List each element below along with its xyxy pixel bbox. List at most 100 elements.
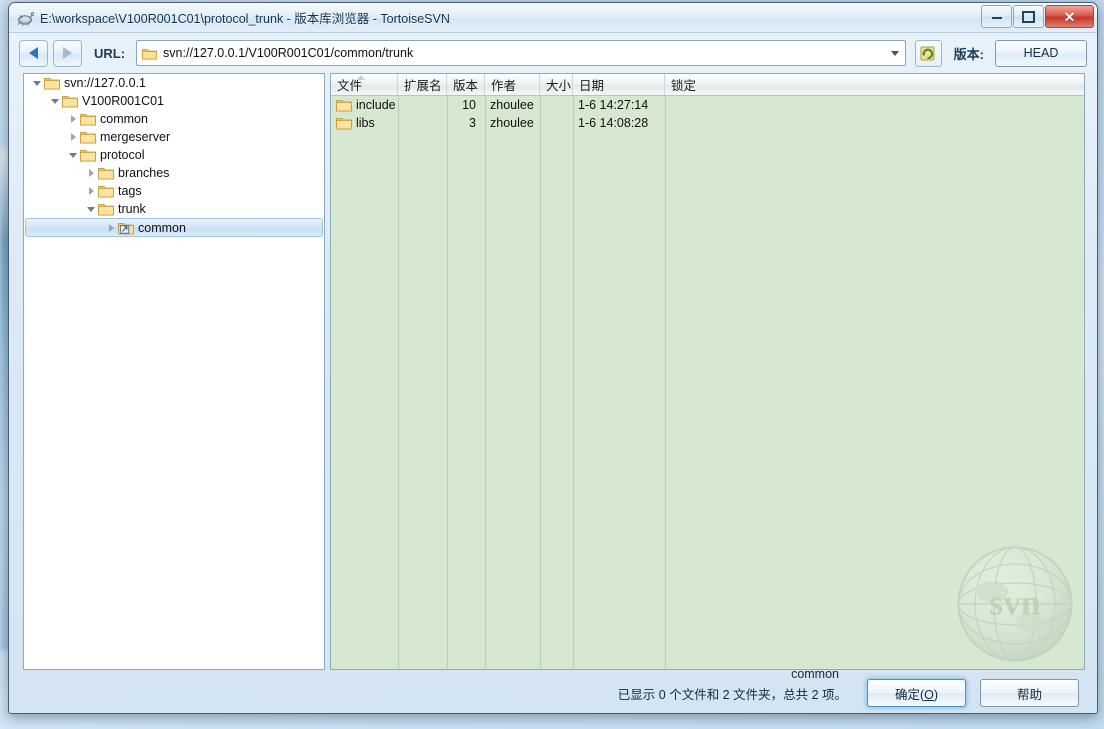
cell-text: libs [356, 116, 375, 130]
expand-triangle-closed-icon[interactable] [84, 187, 98, 195]
tree-item[interactable]: trunk [24, 200, 324, 218]
tree-item-label: tags [118, 184, 142, 198]
tree-item[interactable]: svn://127.0.0.1 [24, 74, 324, 92]
svg-text:svn: svn [989, 583, 1041, 623]
folder-icon [80, 114, 96, 126]
tree-item-label: branches [118, 166, 170, 180]
status-bar-text: 已显示 0 个文件和 2 文件夹，总共 2 项。 [617, 687, 847, 702]
column-header-revision[interactable]: 版本 [447, 74, 485, 95]
close-button[interactable]: ✕ [1045, 5, 1094, 28]
triangle-right-icon [70, 115, 76, 123]
tree-item[interactable]: mergeserver [24, 128, 324, 146]
help-button[interactable]: 帮助 [980, 679, 1079, 707]
tree-item-label: V100R001C01 [82, 94, 165, 108]
tree-item[interactable]: V100R001C01 [24, 92, 324, 110]
url-label: URL: [94, 45, 126, 61]
cell-file: include [331, 98, 398, 112]
cell-date: 1-6 14:27:14 [573, 98, 665, 112]
expand-triangle-open-icon[interactable] [48, 98, 62, 104]
cell-text: 1-6 14:08:28 [578, 116, 649, 130]
tree-item-label: protocol [100, 148, 145, 162]
column-header-file[interactable]: 文件 [331, 74, 398, 95]
folder-icon [98, 168, 114, 180]
column-header-lock[interactable]: 锁定 [665, 74, 1084, 95]
tree-item-label: mergeserver [100, 130, 171, 144]
tree-item-label: common [138, 220, 186, 235]
expand-triangle-closed-icon[interactable] [104, 223, 118, 232]
forward-arrow-icon [63, 47, 72, 59]
window-title: E:\workspace\V100R001C01\protocol_trunk … [40, 12, 450, 26]
folder-icon [336, 100, 352, 112]
file-list-row[interactable]: libs 3 zhoulee 1-6 14:08:28 [331, 114, 1084, 132]
external-folder-icon [118, 222, 134, 234]
forward-button[interactable] [53, 39, 82, 67]
tree-item[interactable]: tags [24, 182, 324, 200]
file-list-header: 文件 扩展名 版本 作者 大小 日期 锁定 [331, 74, 1084, 96]
dialog-footer: common 已显示 0 个文件和 2 文件夹，总共 2 项。 确定(O) 帮助 [9, 667, 1097, 713]
back-button[interactable] [19, 39, 48, 67]
column-header-date[interactable]: 日期 [573, 74, 665, 95]
window-controls: ✕ [981, 5, 1094, 28]
column-separator [540, 95, 541, 669]
close-icon: ✕ [1063, 8, 1076, 25]
folder-icon [80, 132, 96, 144]
tree-item-label: trunk [118, 202, 146, 216]
file-list-panel[interactable]: svn 文件 扩展名 版本 作者 大小 日期 锁定 include 10 zhoulee 1-6 … [330, 73, 1085, 670]
column-header-label: 日期 [579, 79, 605, 93]
column-header-label: 扩展名 [404, 79, 442, 93]
title-bar: E:\workspace\V100R001C01\protocol_trunk … [9, 3, 1097, 33]
folder-icon [44, 78, 60, 90]
triangle-down-icon [33, 80, 41, 86]
expand-triangle-closed-icon[interactable] [84, 169, 98, 177]
maximize-icon [1022, 10, 1035, 23]
expand-triangle-closed-icon[interactable] [66, 133, 80, 141]
revision-button[interactable]: HEAD [995, 39, 1087, 67]
sort-ascending-icon [357, 75, 365, 80]
url-input[interactable]: svn://127.0.0.1/V100R001C01/common/trunk [136, 40, 906, 66]
url-dropdown-button[interactable] [885, 41, 905, 65]
ok-button[interactable]: 确定(O) [867, 679, 966, 707]
column-header-author[interactable]: 作者 [485, 74, 540, 95]
expand-triangle-open-icon[interactable] [66, 152, 80, 158]
status-context-label: common [791, 666, 839, 681]
repository-browser-window: E:\workspace\V100R001C01\protocol_trunk … [8, 2, 1098, 714]
folder-icon [336, 118, 352, 130]
refresh-button[interactable] [914, 39, 942, 67]
cell-date: 1-6 14:08:28 [573, 116, 665, 130]
expand-triangle-closed-icon[interactable] [66, 115, 80, 123]
minimize-button[interactable] [981, 5, 1012, 28]
refresh-icon [920, 46, 935, 60]
cell-file: libs [331, 116, 398, 130]
chevron-down-icon [890, 50, 899, 56]
triangle-right-icon [70, 133, 76, 141]
revision-label: 版本: [953, 46, 984, 62]
file-list-row[interactable]: include 10 zhoulee 1-6 14:27:14 [331, 96, 1084, 114]
repository-tree[interactable]: svn://127.0.0.1 V100R001C01 common mergeser… [23, 73, 325, 670]
back-arrow-icon [29, 47, 38, 59]
tree-item-label: svn://127.0.0.1 [64, 76, 147, 90]
svn-globe-watermark: svn [957, 546, 1073, 662]
tree-item[interactable]: protocol [24, 146, 324, 164]
tree-item-selected[interactable]: common [25, 218, 323, 237]
folder-icon [80, 150, 96, 162]
column-header-size[interactable]: 大小 [540, 74, 573, 95]
maximize-button[interactable] [1013, 5, 1044, 28]
tree-item[interactable]: common [24, 110, 324, 128]
triangle-right-icon [88, 187, 94, 195]
column-header-label: 锁定 [671, 79, 697, 93]
cell-author: zhoulee [485, 116, 540, 130]
folder-icon [98, 204, 114, 216]
tree-item-label: common [100, 112, 148, 126]
cell-revision: 10 [447, 98, 485, 112]
expand-triangle-open-icon[interactable] [30, 80, 44, 86]
expand-triangle-open-icon[interactable] [84, 206, 98, 212]
tree-item[interactable]: branches [24, 164, 324, 182]
ok-button-label: 确定(O) [894, 687, 939, 702]
column-header-label: 作者 [491, 79, 517, 93]
minimize-icon [991, 14, 1002, 19]
column-header-label: 版本 [453, 79, 479, 93]
cell-text: zhoulee [490, 98, 534, 112]
column-separator [665, 95, 666, 669]
cell-author: zhoulee [485, 98, 540, 112]
column-header-extension[interactable]: 扩展名 [398, 74, 447, 95]
